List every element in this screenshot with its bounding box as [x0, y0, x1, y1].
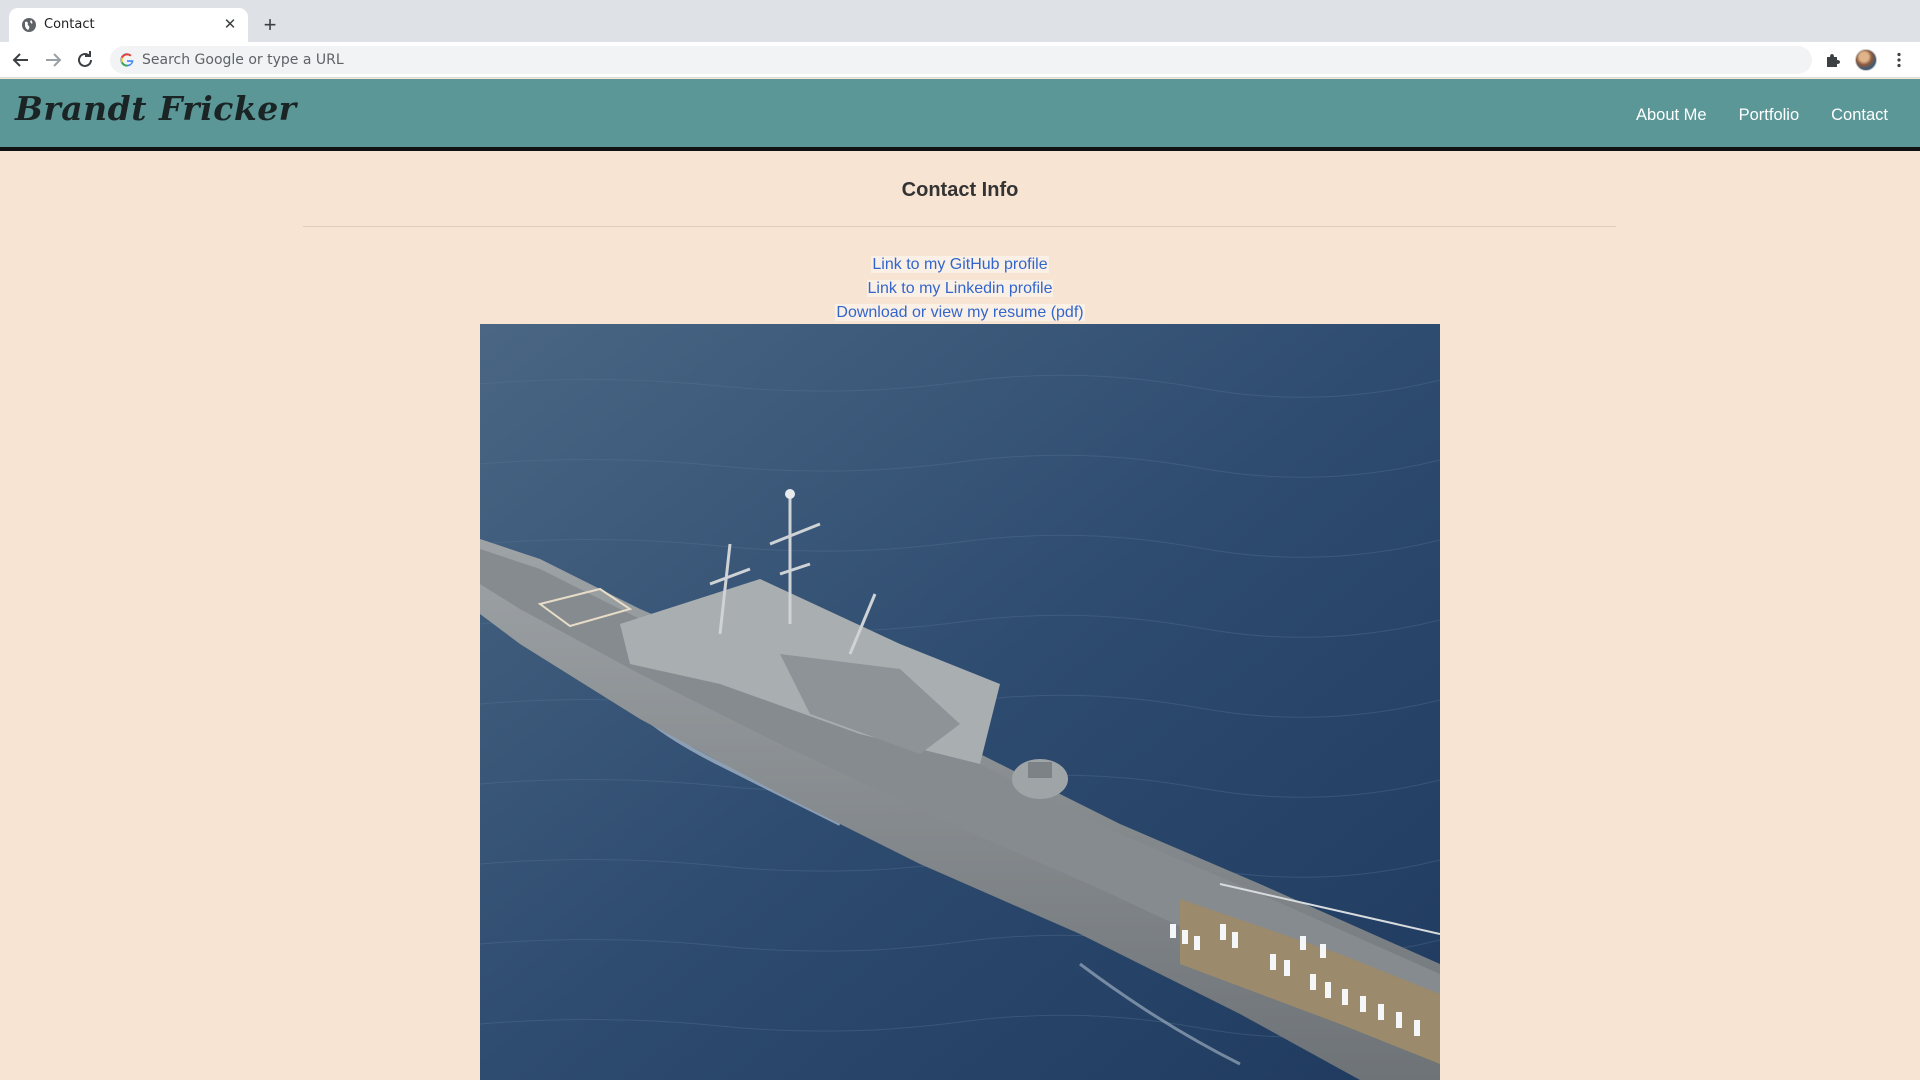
linkedin-link-text: Link to my Linkedin profile	[866, 280, 1054, 297]
github-link[interactable]: Link to my GitHub profile	[0, 254, 1920, 278]
close-tab-icon[interactable]: ✕	[220, 15, 240, 35]
contact-links: Link to my GitHub profile Link to my Lin…	[0, 254, 1920, 326]
linkedin-link[interactable]: Link to my Linkedin profile	[0, 278, 1920, 302]
ship-photo	[480, 324, 1440, 1080]
site-header: Brandt Fricker About Me Portfolio Contac…	[0, 79, 1920, 151]
resume-link[interactable]: Download or view my resume (pdf)	[0, 302, 1920, 326]
kebab-menu-icon[interactable]	[1890, 51, 1908, 69]
github-link-text: Link to my GitHub profile	[871, 256, 1049, 273]
back-arrow-icon[interactable]	[9, 48, 33, 72]
puzzle-piece-icon[interactable]	[1824, 51, 1842, 69]
tab-title: Contact	[44, 17, 95, 32]
profile-avatar[interactable]	[1855, 49, 1877, 71]
browser-tabstrip: Contact ✕ +	[0, 0, 1920, 42]
globe-icon	[22, 18, 36, 32]
nav-link-about-me[interactable]: About Me	[1636, 106, 1707, 125]
browser-toolbar: Search Google or type a URL	[0, 42, 1920, 78]
reload-icon[interactable]	[73, 48, 97, 72]
google-g-icon	[120, 53, 134, 67]
ship-photo-graphic	[480, 324, 1440, 1080]
resume-link-text: Download or view my resume (pdf)	[835, 304, 1085, 321]
forward-arrow-icon[interactable]	[41, 48, 65, 72]
nav-link-portfolio[interactable]: Portfolio	[1739, 106, 1800, 125]
new-tab-button[interactable]: +	[257, 13, 283, 39]
site-logo[interactable]: Brandt Fricker	[15, 89, 297, 128]
divider	[303, 226, 1616, 227]
address-bar[interactable]: Search Google or type a URL	[110, 46, 1812, 74]
nav-link-contact[interactable]: Contact	[1831, 106, 1888, 125]
page-title: Contact Info	[901, 179, 1019, 201]
address-bar-placeholder: Search Google or type a URL	[142, 52, 344, 68]
site-nav: About Me Portfolio Contact	[1636, 106, 1888, 125]
browser-tab[interactable]: Contact ✕	[9, 8, 248, 42]
